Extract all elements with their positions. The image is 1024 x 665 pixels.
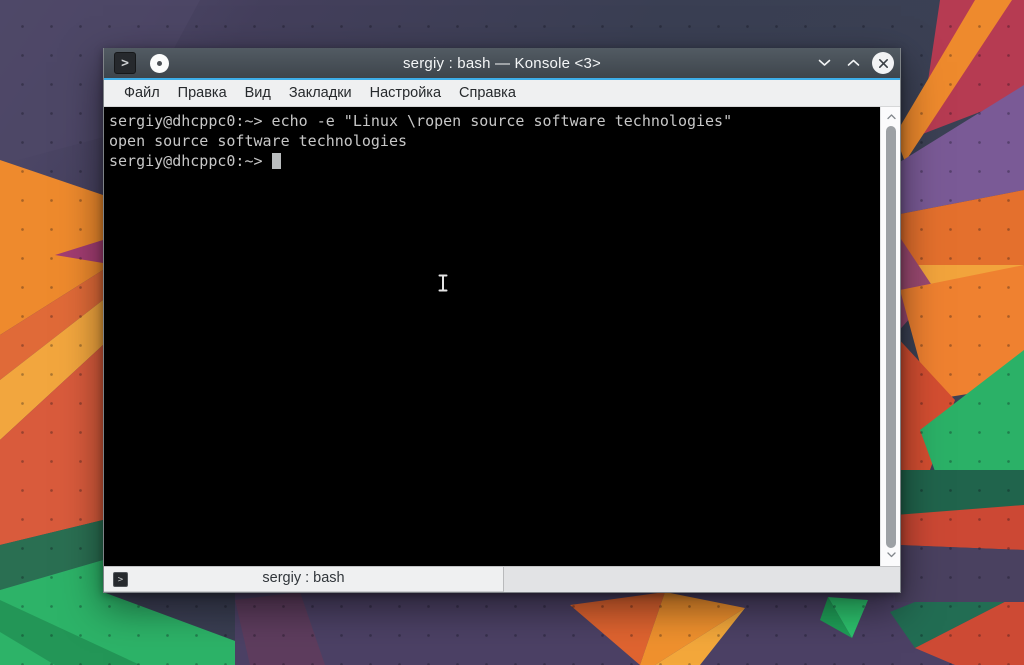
close-button[interactable] bbox=[872, 52, 894, 74]
pin-button[interactable] bbox=[150, 53, 169, 73]
app-icon-glyph: > bbox=[121, 55, 129, 71]
terminal-line: open source software technologies bbox=[109, 132, 408, 150]
tab-sergiy-bash[interactable]: > sergiy : bash bbox=[104, 567, 504, 592]
scrollbar[interactable] bbox=[880, 107, 900, 566]
close-icon bbox=[878, 58, 888, 68]
menu-view[interactable]: Вид bbox=[236, 81, 280, 105]
menu-edit[interactable]: Правка bbox=[169, 81, 236, 105]
konsole-window: > sergiy : bash — Konsole <3> Файл Правк… bbox=[103, 48, 901, 593]
ibeam-cursor bbox=[438, 274, 448, 292]
konsole-app-icon[interactable]: > bbox=[114, 52, 136, 74]
chevron-down-icon bbox=[818, 59, 830, 66]
maximize-button[interactable] bbox=[843, 53, 863, 73]
terminal-block-cursor bbox=[271, 153, 281, 169]
tabbar: > sergiy : bash bbox=[104, 566, 900, 592]
menu-settings[interactable]: Настройка bbox=[361, 81, 450, 105]
menubar: Файл Правка Вид Закладки Настройка Справ… bbox=[104, 80, 900, 107]
scrollbar-thumb[interactable] bbox=[886, 126, 896, 548]
window-title: sergiy : bash — Konsole <3> bbox=[402, 54, 601, 72]
minimize-button[interactable] bbox=[814, 53, 834, 73]
titlebar[interactable]: > sergiy : bash — Konsole <3> bbox=[104, 48, 900, 78]
terminal-line: sergiy@dhcppc0:~> echo -e "Linux \ropen … bbox=[109, 112, 733, 130]
pin-icon bbox=[157, 60, 162, 66]
scroll-up-icon[interactable] bbox=[881, 110, 901, 124]
terminal-view[interactable]: sergiy@dhcppc0:~> echo -e "Linux \ropen … bbox=[104, 107, 880, 566]
desktop: > sergiy : bash — Konsole <3> Файл Правк… bbox=[0, 0, 1024, 665]
terminal-prompt: sergiy@dhcppc0:~> bbox=[109, 152, 272, 170]
terminal-area: sergiy@dhcppc0:~> echo -e "Linux \ropen … bbox=[104, 107, 900, 566]
menu-help[interactable]: Справка bbox=[450, 81, 525, 105]
scroll-down-icon[interactable] bbox=[881, 548, 901, 562]
tab-label: sergiy : bash bbox=[262, 570, 345, 586]
menu-file[interactable]: Файл bbox=[115, 81, 169, 105]
menu-bookmarks[interactable]: Закладки bbox=[280, 81, 361, 105]
window-controls bbox=[814, 52, 894, 74]
chevron-up-icon bbox=[847, 59, 859, 66]
